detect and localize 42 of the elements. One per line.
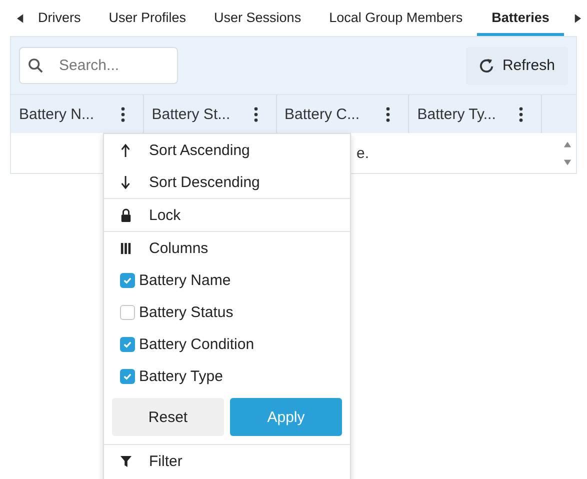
search-field[interactable]: Search... bbox=[19, 47, 178, 84]
scroll-left-icon[interactable] bbox=[17, 14, 24, 22]
menu-item[interactable]: Sort Descending bbox=[104, 166, 350, 199]
filter-icon bbox=[120, 454, 132, 468]
refresh-icon bbox=[479, 58, 494, 73]
reset-button[interactable]: Reset bbox=[112, 398, 224, 436]
tab[interactable]: User Profiles bbox=[108, 0, 186, 36]
checkbox-label[interactable]: Battery Status bbox=[139, 304, 234, 320]
more-icon[interactable] bbox=[519, 106, 523, 122]
refresh-button[interactable]: Refresh bbox=[466, 46, 568, 84]
checkbox[interactable] bbox=[120, 336, 135, 352]
check-icon bbox=[123, 276, 132, 284]
checkbox-label[interactable]: Battery Name bbox=[139, 272, 231, 288]
tab[interactable]: Drivers bbox=[38, 0, 81, 36]
check-icon bbox=[123, 372, 132, 380]
menu-item[interactable]: Sort Ascending bbox=[104, 134, 350, 166]
columns-icon bbox=[120, 240, 132, 256]
checkbox-label[interactable]: Battery Condition bbox=[139, 336, 254, 352]
column-title: Battery N... bbox=[19, 106, 94, 122]
arrow-up-icon bbox=[120, 142, 132, 158]
checkbox[interactable] bbox=[120, 272, 135, 288]
search-icon bbox=[28, 58, 43, 73]
checkbox[interactable] bbox=[120, 368, 135, 384]
more-icon[interactable] bbox=[254, 106, 258, 122]
menu-item[interactable]: Columns bbox=[104, 232, 350, 264]
column-title: Battery C... bbox=[284, 106, 360, 122]
menu-item[interactable]: Filter bbox=[104, 444, 350, 477]
column-title: Battery Ty... bbox=[417, 106, 496, 122]
lock-icon bbox=[120, 208, 132, 222]
more-icon[interactable] bbox=[386, 106, 390, 122]
empty-message: e. bbox=[356, 144, 369, 162]
tab[interactable]: Local Group Members bbox=[329, 0, 463, 36]
check-icon bbox=[123, 340, 132, 348]
tab[interactable]: User Sessions bbox=[214, 0, 302, 36]
arrow-down-icon bbox=[120, 174, 132, 190]
more-icon[interactable] bbox=[120, 106, 125, 122]
checkbox[interactable] bbox=[120, 304, 135, 320]
scroll-right-icon[interactable] bbox=[574, 14, 582, 22]
checkbox-label[interactable]: Battery Type bbox=[139, 368, 223, 384]
column-title: Battery St... bbox=[152, 106, 230, 122]
menu-item[interactable]: Lock bbox=[104, 199, 350, 232]
scrollbar-arrows-icon[interactable] bbox=[563, 140, 572, 166]
